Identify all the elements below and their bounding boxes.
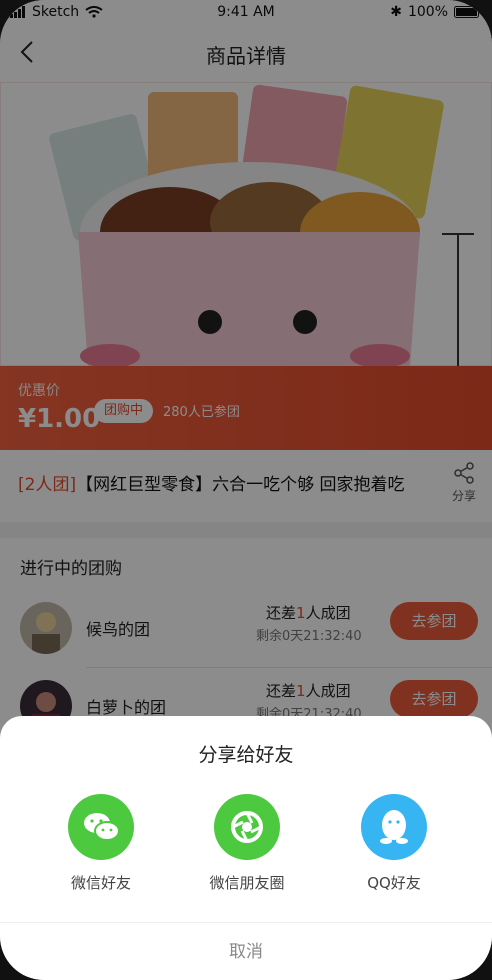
qq-icon <box>361 794 427 860</box>
share-option-moments[interactable]: 微信朋友圈 <box>187 794 307 893</box>
cancel-button[interactable]: 取消 <box>0 922 492 980</box>
share-option-label: QQ好友 <box>367 874 421 892</box>
share-option-qq[interactable]: QQ好友 <box>334 794 454 893</box>
share-option-wechat[interactable]: 微信好友 <box>41 794 161 893</box>
wechat-icon <box>68 794 134 860</box>
share-option-label: 微信好友 <box>70 874 131 892</box>
share-sheet-title: 分享给好友 <box>198 744 294 766</box>
share-sheet: 分享给好友 微信好友 微信朋友圈 QQ好友 取消 <box>0 716 492 980</box>
moments-icon <box>214 794 280 860</box>
share-option-label: 微信朋友圈 <box>209 874 285 892</box>
phone-screen: Sketch 9:41 AM ✱ 100% 商品详情 优惠价 ¥1.00 团购中… <box>0 0 492 980</box>
